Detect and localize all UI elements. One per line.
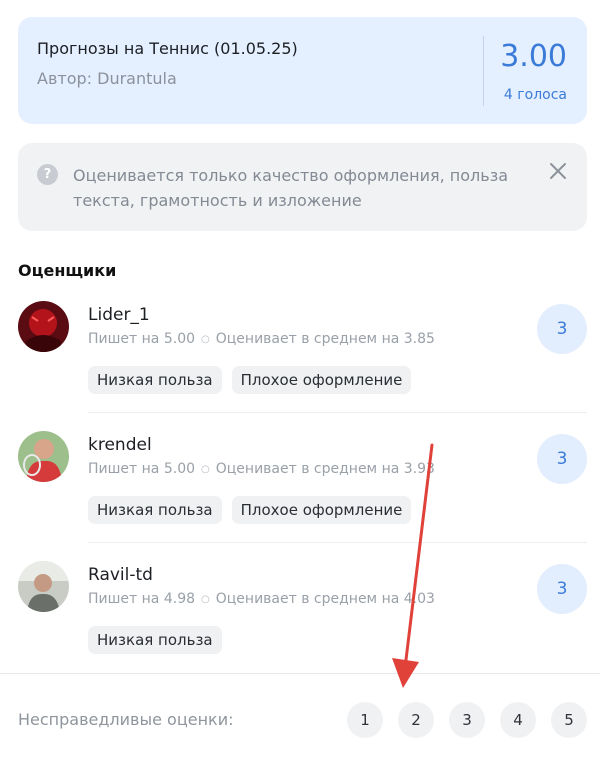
divider xyxy=(88,412,587,413)
writes-rating: Пишет на 4.98 xyxy=(88,591,196,607)
tag: Низкая польза xyxy=(88,626,222,654)
rater-stats: Пишет на 5.00 ○ Оценивает в среднем на 3.8… xyxy=(88,331,435,347)
avatar[interactable] xyxy=(18,561,69,612)
close-icon[interactable] xyxy=(547,160,569,182)
rating-option-3[interactable]: 3 xyxy=(449,702,485,738)
avatar[interactable] xyxy=(18,301,69,352)
rating-criteria-notice: ? Оценивается только качество оформления… xyxy=(18,143,587,231)
rater-item: Lider_1 Пишет на 5.00 ○ Оценивает в средне… xyxy=(18,301,587,421)
rating-option-4[interactable]: 4 xyxy=(500,702,536,738)
tag: Плохое оформление xyxy=(231,366,412,394)
dot-separator: ○ xyxy=(201,463,210,475)
grade-badge[interactable]: 3 xyxy=(537,564,587,614)
rater-tags: Низкая польза Плохое оформление xyxy=(88,366,412,394)
divider xyxy=(88,542,587,543)
grade-badge[interactable]: 3 xyxy=(537,304,587,354)
average-given-rating: Оценивает в среднем на 3.93 xyxy=(215,461,435,477)
rater-name[interactable]: Ravil-td xyxy=(88,565,153,585)
tag: Низкая польза xyxy=(88,496,222,524)
rater-name[interactable]: Lider_1 xyxy=(88,305,150,325)
tag: Низкая польза xyxy=(88,366,222,394)
rater-item: Ravil-td Пишет на 4.98 ○ Оценивает в средн… xyxy=(18,561,587,681)
average-given-rating: Оценивает в среднем на 3.85 xyxy=(215,331,435,347)
grade-badge[interactable]: 3 xyxy=(537,434,587,484)
writes-rating: Пишет на 5.00 xyxy=(88,331,196,347)
average-score: 3.00 xyxy=(500,39,567,74)
rater-tags: Низкая польза Плохое оформление xyxy=(88,496,412,524)
rater-stats: Пишет на 5.00 ○ Оценивает в среднем на 3.9… xyxy=(88,461,435,477)
rater-name[interactable]: krendel xyxy=(88,435,152,455)
rating-option-1[interactable]: 1 xyxy=(347,702,383,738)
unfair-ratings-label: Несправедливые оценки: xyxy=(18,710,234,729)
average-given-rating: Оценивает в среднем на 4.03 xyxy=(215,591,435,607)
rating-option-2[interactable]: 2 xyxy=(398,702,434,738)
summary-divider xyxy=(483,36,484,106)
votes-count-link[interactable]: 4 голоса xyxy=(504,87,567,103)
post-author: Автор: Durantula xyxy=(37,69,177,88)
post-title[interactable]: Прогнозы на Теннис (01.05.25) xyxy=(37,39,298,58)
dot-separator: ○ xyxy=(201,333,210,345)
rater-tags: Низкая польза xyxy=(88,626,222,654)
rater-item: krendel Пишет на 5.00 ○ Оценивает в средне… xyxy=(18,431,587,551)
footer-divider xyxy=(0,673,600,674)
writes-rating: Пишет на 5.00 xyxy=(88,461,196,477)
unfair-ratings-selector: 1 2 3 4 5 xyxy=(347,702,587,738)
tag: Плохое оформление xyxy=(231,496,412,524)
notice-text: Оценивается только качество оформления, … xyxy=(73,166,509,210)
rating-option-5[interactable]: 5 xyxy=(551,702,587,738)
rater-stats: Пишет на 4.98 ○ Оценивает в среднем на 4.0… xyxy=(88,591,435,607)
dot-separator: ○ xyxy=(201,593,210,605)
avatar[interactable] xyxy=(18,431,69,482)
rating-summary-card: Прогнозы на Теннис (01.05.25) Автор: Dur… xyxy=(18,17,587,124)
raters-heading: Оценщики xyxy=(18,261,117,280)
question-icon: ? xyxy=(37,164,58,185)
